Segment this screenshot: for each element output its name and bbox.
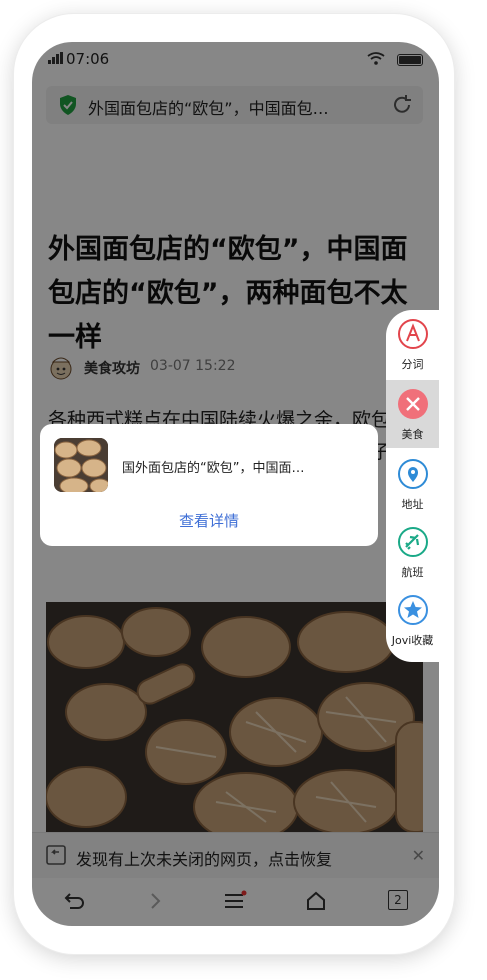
star-icon: [398, 595, 428, 625]
recognition-popup-card[interactable]: 国外面包店的“欧包”，中国面… 查看详情: [40, 424, 378, 546]
panel-item-label: Jovi收藏: [391, 634, 434, 647]
panel-item-flight[interactable]: 航班: [386, 518, 439, 586]
panel-item-label: 美食: [401, 428, 424, 441]
smart-recognition-panel: 分词 美食 地址 航班 Jovi收藏: [386, 310, 439, 662]
card-title: 国外面包店的“欧包”，中国面…: [122, 461, 305, 476]
panel-item-address[interactable]: 地址: [386, 450, 439, 518]
airplane-icon: [398, 527, 428, 557]
panel-item-label: 分词: [401, 358, 424, 371]
view-details-link[interactable]: 查看详情: [40, 510, 378, 531]
panel-item-label: 航班: [401, 566, 424, 579]
location-pin-icon: [398, 459, 428, 489]
letter-a-icon: [398, 319, 428, 349]
panel-item-jovi-favorites[interactable]: Jovi收藏: [386, 586, 439, 654]
panel-item-segmentation[interactable]: 分词: [386, 310, 439, 378]
panel-item-label: 地址: [401, 498, 424, 511]
panel-item-food[interactable]: 美食: [386, 380, 439, 448]
phone-screen: 07:06 外国面包店的“欧包”，中国面包… 外国面包店的“欧包”，中国面包店的…: [32, 42, 439, 926]
card-thumbnail: [54, 438, 108, 492]
utensils-icon: [398, 389, 428, 419]
